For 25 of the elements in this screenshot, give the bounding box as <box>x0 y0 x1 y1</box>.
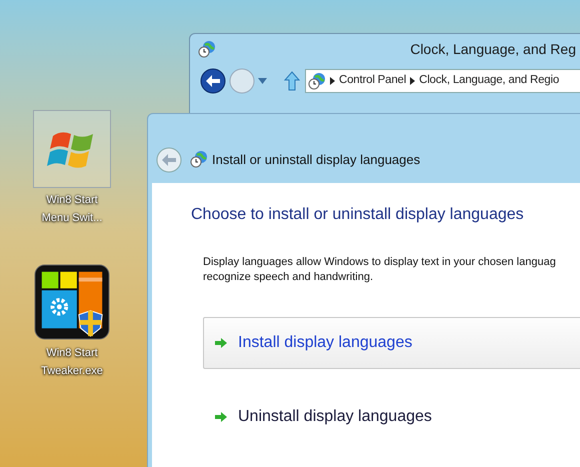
option-link[interactable]: Install display languages <box>203 317 580 369</box>
page-heading: Choose to install or uninstall display languages <box>191 205 525 225</box>
arrow-right-icon <box>214 411 228 423</box>
desktop-icon-label: Tweaker.exe <box>41 364 103 379</box>
window-title: Clock, Language, and Reg <box>410 40 576 59</box>
arrow-right-icon <box>214 337 228 349</box>
desktop-icon-label: Win8 Start <box>46 346 98 361</box>
breadcrumb-item[interactable]: Clock, Language, and Regio <box>419 72 560 90</box>
desktop-icon[interactable] <box>33 263 111 341</box>
desktop-icon-label: Win8 Start <box>46 193 98 208</box>
desktop-icon-label: Menu Swit... <box>42 211 102 226</box>
control-panel-icon <box>198 40 216 58</box>
option-link[interactable]: Uninstall display languages <box>203 391 580 443</box>
description-text: recognize speech and handwriting. <box>203 270 374 285</box>
address-bar[interactable]: Control Panel Clock, Language, and Regio <box>305 69 580 93</box>
up-arrow-icon[interactable] <box>284 71 300 91</box>
tiles-shield-icon <box>34 263 110 341</box>
breadcrumb-arrow-icon <box>330 77 335 85</box>
dialog-title: Install or uninstall display languages <box>212 150 420 169</box>
dropdown-caret-icon[interactable] <box>258 78 267 84</box>
breadcrumb-arrow-icon <box>410 77 416 85</box>
breadcrumb-item[interactable]: Control Panel <box>339 72 406 90</box>
control-panel-icon <box>308 72 326 90</box>
description-text: Display languages allow Windows to display text in your chosen languag <box>203 255 557 270</box>
language-icon <box>190 150 208 168</box>
